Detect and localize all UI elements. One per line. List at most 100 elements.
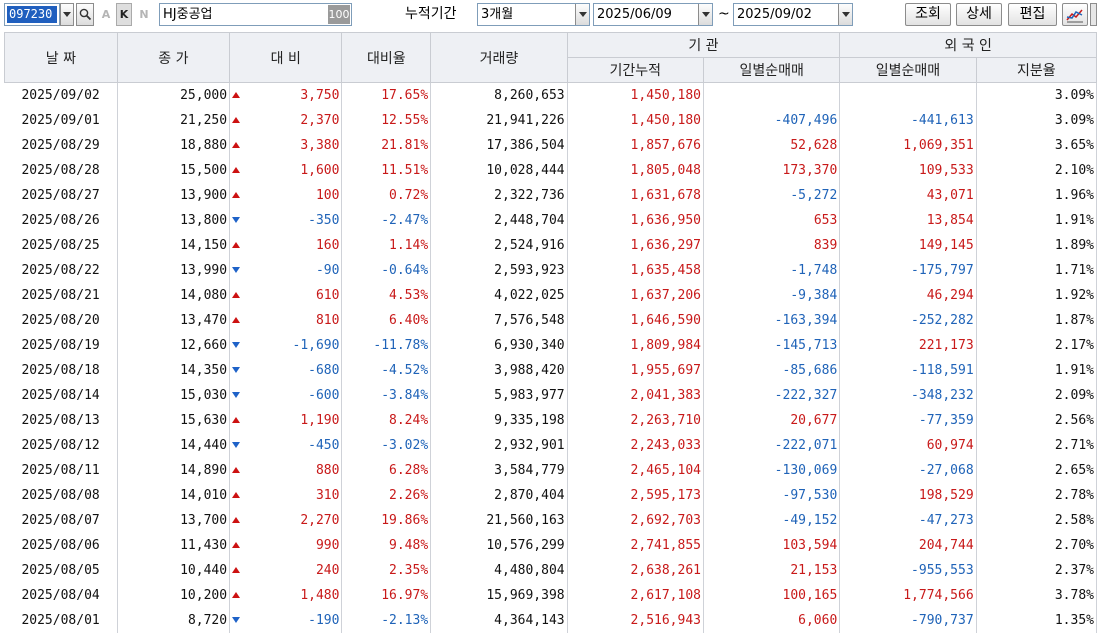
cell-inst-cumulative[interactable]: 1,857,676 — [567, 132, 705, 158]
cell-inst-cumulative[interactable]: 2,041,383 — [567, 382, 705, 408]
cell-volume[interactable]: 7,576,548 — [430, 307, 568, 333]
cell-volume[interactable]: 5,983,977 — [430, 382, 568, 408]
cell-volume[interactable]: 21,941,226 — [430, 107, 568, 133]
cell-close[interactable]: 14,150 — [117, 232, 231, 258]
table-row[interactable]: 2025/08/21 14,080 610 4.53% 4,022,025 1,637,2… — [4, 282, 1097, 308]
cell-diff[interactable]: -450 — [229, 432, 343, 458]
cell-inst-daily[interactable]: -1,748 — [703, 257, 841, 283]
cell-rate[interactable]: 16.97% — [341, 582, 432, 608]
cell-date[interactable]: 2025/08/04 — [4, 582, 118, 608]
cell-date[interactable]: 2025/08/19 — [4, 332, 118, 358]
table-row[interactable]: 2025/08/22 13,990 -90 -0.64% 2,593,923 1,635,… — [4, 257, 1097, 283]
code-dropdown-button[interactable] — [60, 3, 74, 26]
cell-inst-daily[interactable]: -222,327 — [703, 382, 841, 408]
cell-close[interactable]: 8,720 — [117, 607, 231, 633]
cell-close[interactable]: 15,500 — [117, 157, 231, 183]
cell-foreign-share[interactable]: 3.65% — [976, 132, 1097, 158]
cell-inst-cumulative[interactable]: 2,741,855 — [567, 532, 705, 558]
cell-close[interactable]: 11,430 — [117, 532, 231, 558]
table-row[interactable]: 2025/08/07 13,700 2,270 19.86% 21,560,163 2,6… — [4, 507, 1097, 533]
cell-volume[interactable]: 3,988,420 — [430, 357, 568, 383]
cell-inst-daily[interactable] — [703, 82, 841, 108]
chevron-down-icon[interactable] — [575, 4, 589, 25]
cell-rate[interactable]: -3.02% — [341, 432, 432, 458]
cell-diff[interactable]: 3,750 — [229, 82, 343, 108]
table-row[interactable]: 2025/08/11 14,890 880 6.28% 3,584,779 2,465,1… — [4, 457, 1097, 483]
cell-volume[interactable]: 2,593,923 — [430, 257, 568, 283]
cell-foreign-daily[interactable]: -955,553 — [839, 557, 977, 583]
table-row[interactable]: 2025/08/18 14,350 -680 -4.52% 3,988,420 1,955… — [4, 357, 1097, 383]
edit-button[interactable]: 편집 — [1008, 3, 1057, 26]
cell-volume[interactable]: 15,969,398 — [430, 582, 568, 608]
table-row[interactable]: 2025/08/13 15,630 1,190 8.24% 9,335,198 2,263… — [4, 407, 1097, 433]
cell-rate[interactable]: 17.65% — [341, 82, 432, 108]
cell-inst-cumulative[interactable]: 1,636,297 — [567, 232, 705, 258]
cell-inst-daily[interactable]: 173,370 — [703, 157, 841, 183]
cell-diff[interactable]: -600 — [229, 382, 343, 408]
table-row[interactable]: 2025/09/02 25,000 3,750 17.65% 8,260,653 1,45… — [4, 82, 1097, 108]
cell-volume[interactable]: 3,584,779 — [430, 457, 568, 483]
cell-inst-cumulative[interactable]: 1,450,180 — [567, 107, 705, 133]
cell-foreign-share[interactable]: 1.87% — [976, 307, 1097, 333]
cell-foreign-share[interactable]: 3.78% — [976, 582, 1097, 608]
cell-inst-cumulative[interactable]: 1,805,048 — [567, 157, 705, 183]
cell-date[interactable]: 2025/08/07 — [4, 507, 118, 533]
query-button[interactable]: 조회 — [905, 3, 951, 26]
cell-close[interactable]: 14,350 — [117, 357, 231, 383]
cell-diff[interactable]: 3,380 — [229, 132, 343, 158]
cell-date[interactable]: 2025/08/27 — [4, 182, 118, 208]
chevron-down-icon[interactable] — [698, 4, 712, 25]
cell-foreign-share[interactable]: 2.78% — [976, 482, 1097, 508]
cell-foreign-daily[interactable]: -47,273 — [839, 507, 977, 533]
header-foreign-share[interactable]: 지분율 — [975, 57, 1097, 83]
cell-volume[interactable]: 10,028,444 — [430, 157, 568, 183]
cell-date[interactable]: 2025/08/11 — [4, 457, 118, 483]
cell-inst-daily[interactable]: -5,272 — [703, 182, 841, 208]
cell-date[interactable]: 2025/08/12 — [4, 432, 118, 458]
cell-volume[interactable]: 2,322,736 — [430, 182, 568, 208]
cell-inst-cumulative[interactable]: 1,809,984 — [567, 332, 705, 358]
cell-volume[interactable]: 6,930,340 — [430, 332, 568, 358]
cell-close[interactable]: 15,030 — [117, 382, 231, 408]
cell-foreign-share[interactable]: 3.09% — [976, 107, 1097, 133]
cell-close[interactable]: 13,990 — [117, 257, 231, 283]
cell-date[interactable]: 2025/08/05 — [4, 557, 118, 583]
cell-foreign-share[interactable]: 2.58% — [976, 507, 1097, 533]
cell-diff[interactable]: 880 — [229, 457, 343, 483]
cell-inst-daily[interactable]: 839 — [703, 232, 841, 258]
cell-close[interactable]: 14,890 — [117, 457, 231, 483]
cell-foreign-share[interactable]: 2.10% — [976, 157, 1097, 183]
table-row[interactable]: 2025/08/01 8,720 -190 -2.13% 4,364,143 2,516,… — [4, 607, 1097, 633]
cell-foreign-share[interactable]: 1.91% — [976, 207, 1097, 233]
cell-rate[interactable]: 6.28% — [341, 457, 432, 483]
cell-diff[interactable]: -680 — [229, 357, 343, 383]
cell-rate[interactable]: 8.24% — [341, 407, 432, 433]
cell-rate[interactable]: 19.86% — [341, 507, 432, 533]
cell-close[interactable]: 14,440 — [117, 432, 231, 458]
table-row[interactable]: 2025/09/01 21,250 2,370 12.55% 21,941,226 1,4… — [4, 107, 1097, 133]
cell-foreign-daily[interactable]: 149,145 — [839, 232, 977, 258]
cell-foreign-share[interactable]: 1.89% — [976, 232, 1097, 258]
table-row[interactable]: 2025/08/27 13,900 100 0.72% 2,322,736 1,631,6… — [4, 182, 1097, 208]
cell-inst-cumulative[interactable]: 2,595,173 — [567, 482, 705, 508]
cell-date[interactable]: 2025/08/26 — [4, 207, 118, 233]
cell-foreign-daily[interactable]: -118,591 — [839, 357, 977, 383]
table-row[interactable]: 2025/08/25 14,150 160 1.14% 2,524,916 1,636,2… — [4, 232, 1097, 258]
mode-a-toggle[interactable]: A — [98, 3, 114, 26]
cell-volume[interactable]: 2,870,404 — [430, 482, 568, 508]
cell-foreign-daily[interactable]: 46,294 — [839, 282, 977, 308]
cell-foreign-share[interactable]: 1.71% — [976, 257, 1097, 283]
cell-close[interactable]: 15,630 — [117, 407, 231, 433]
cell-volume[interactable]: 4,022,025 — [430, 282, 568, 308]
cell-diff[interactable]: 100 — [229, 182, 343, 208]
cell-volume[interactable]: 17,386,504 — [430, 132, 568, 158]
cell-diff[interactable]: 1,190 — [229, 407, 343, 433]
cell-diff[interactable]: -350 — [229, 207, 343, 233]
cell-rate[interactable]: -0.64% — [341, 257, 432, 283]
cell-rate[interactable]: -3.84% — [341, 382, 432, 408]
cell-inst-daily[interactable]: 6,060 — [703, 607, 841, 633]
cell-foreign-daily[interactable]: 43,071 — [839, 182, 977, 208]
cell-volume[interactable]: 10,576,299 — [430, 532, 568, 558]
cell-foreign-share[interactable]: 1.92% — [976, 282, 1097, 308]
cell-foreign-share[interactable]: 2.09% — [976, 382, 1097, 408]
